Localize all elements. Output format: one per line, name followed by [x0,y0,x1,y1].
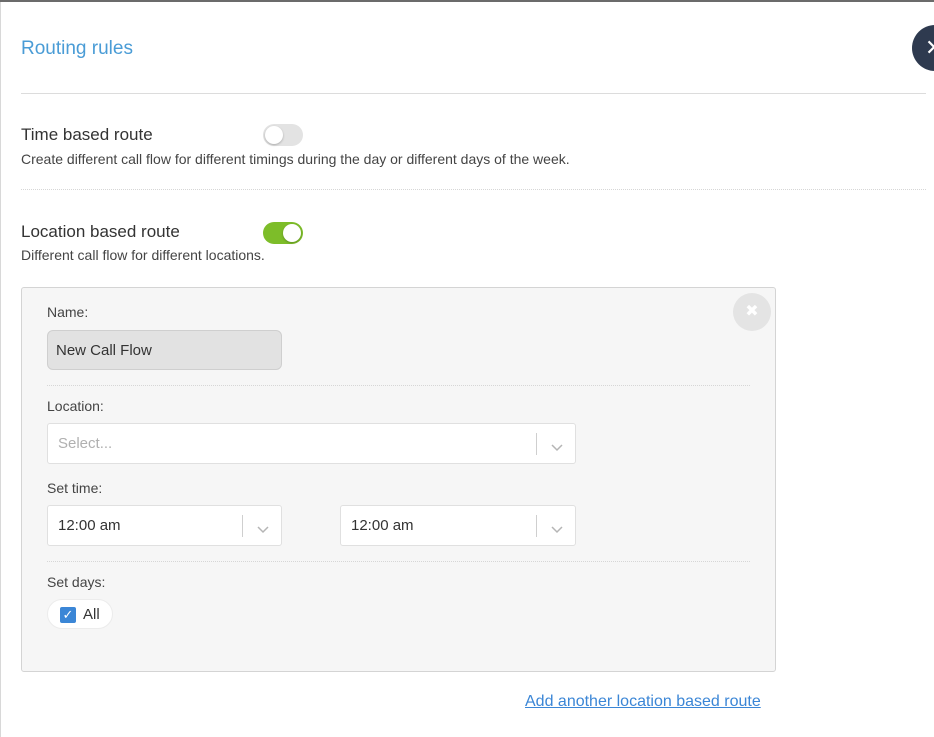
card-divider [47,561,750,562]
add-location-route-link[interactable]: Add another location based route [525,693,761,711]
location-select-placeholder: Select... [58,435,113,452]
location-route-toggle[interactable] [263,222,303,244]
header-divider [21,93,926,94]
select-separator [242,515,243,537]
end-time-select[interactable]: 12:00 am [340,505,576,546]
card-divider [47,385,750,386]
toggle-knob [283,224,301,242]
end-time-value: 12:00 am [351,517,414,534]
time-route-description: Create different call flow for different… [21,151,570,167]
checkbox-checked-icon[interactable]: ✓ [60,607,76,623]
start-time-value: 12:00 am [58,517,121,534]
left-border [0,2,1,737]
time-route-title: Time based route [21,125,153,144]
remove-route-button[interactable]: ✖ [733,293,771,331]
page-title: Routing rules [21,38,133,59]
close-icon: ✕ [925,35,934,60]
name-input[interactable] [47,330,282,370]
set-time-label: Set time: [47,480,103,496]
location-label: Location: [47,398,104,414]
start-time-select[interactable]: 12:00 am [47,505,282,546]
location-route-card: ✖ Name: Location: Select... Set time: 12… [21,287,776,672]
time-route-toggle[interactable] [263,124,303,146]
chevron-down-icon[interactable] [551,521,563,538]
chevron-down-icon[interactable] [257,521,269,538]
days-all-option[interactable]: ✓ All [47,599,113,629]
location-route-description: Different call flow for different locati… [21,247,265,263]
set-days-label: Set days: [47,574,106,590]
location-select[interactable]: Select... [47,423,576,464]
close-panel-button[interactable]: ✕ [912,25,934,71]
days-all-label: All [83,606,100,623]
close-icon: ✖ [745,303,759,320]
name-label: Name: [47,304,89,320]
toggle-knob [265,126,283,144]
chevron-down-icon[interactable] [551,439,563,456]
section-divider [21,189,926,190]
select-separator [536,433,537,455]
location-route-title: Location based route [21,222,180,241]
select-separator [536,515,537,537]
